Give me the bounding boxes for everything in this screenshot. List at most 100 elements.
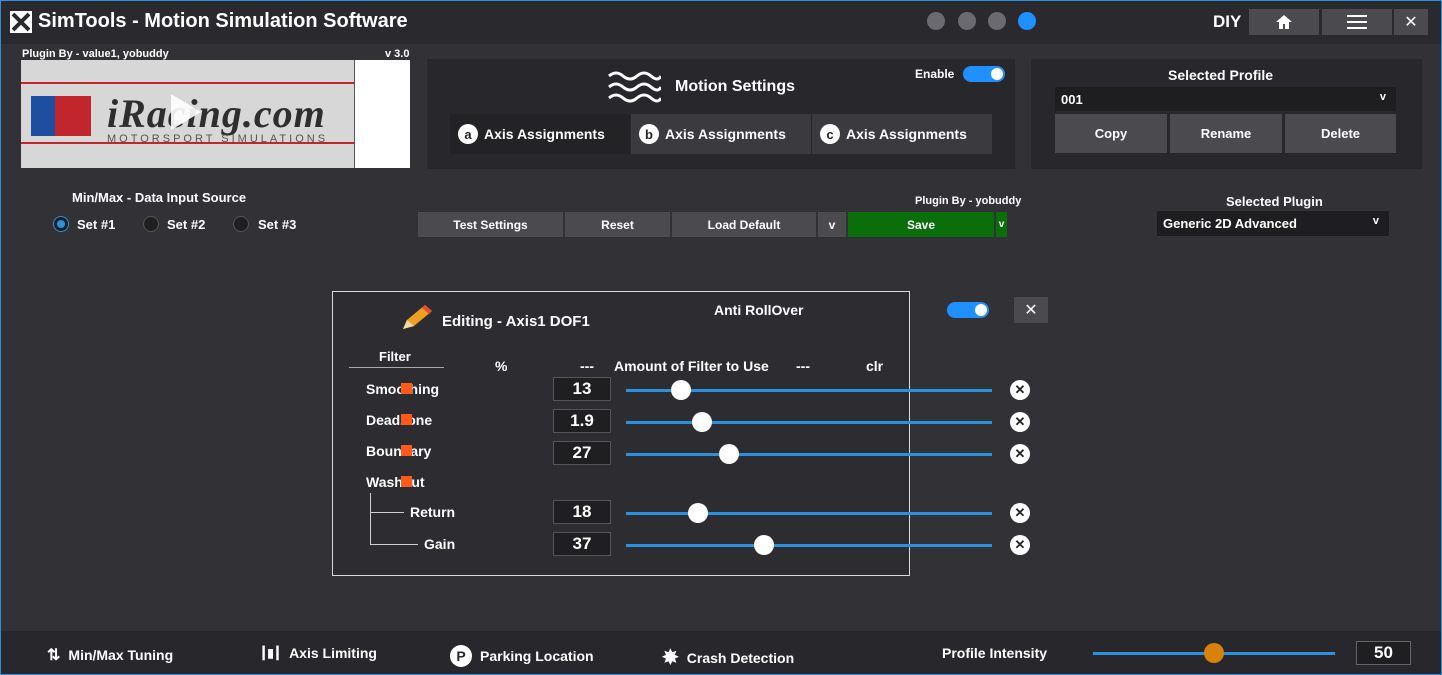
gain-clear-button[interactable]: ✕: [1010, 535, 1030, 555]
menu-button[interactable]: [1322, 9, 1392, 35]
selected-plugin-title: Selected Plugin: [1226, 194, 1323, 209]
pencil-icon: [403, 305, 432, 329]
pencil-icon[interactable]: [988, 12, 1006, 30]
tree-connector: [370, 493, 371, 544]
crash-detection-button[interactable]: ✸ Crash Detection: [662, 645, 794, 670]
radio-set-1[interactable]: [53, 216, 69, 232]
return-clear-button[interactable]: ✕: [1010, 503, 1030, 523]
orange-marker-icon: [401, 414, 412, 425]
deadzone-clear-button[interactable]: ✕: [1010, 412, 1030, 432]
tab-axis-assignments-a[interactable]: a Axis Assignments: [450, 114, 630, 154]
profile-select[interactable]: 001 v: [1055, 87, 1396, 111]
bottom-item-label: Min/Max Tuning: [68, 647, 174, 663]
letter-c-icon: c: [820, 124, 840, 144]
play-icon[interactable]: [171, 94, 201, 130]
crash-icon: ✸: [662, 647, 679, 669]
amount-header: Amount of Filter to Use: [614, 358, 769, 374]
home-icon: [1276, 15, 1292, 29]
anti-rollover-label: Anti RollOver: [714, 302, 804, 318]
reset-button[interactable]: Reset: [565, 212, 670, 237]
gain-slider-thumb[interactable]: [754, 535, 775, 555]
axis-limiting-button[interactable]: ┃▮┃ Axis Limiting: [260, 645, 377, 661]
radio-label: Set #3: [258, 217, 297, 232]
header-dash: ---: [796, 358, 810, 374]
gain-value-input[interactable]: 37: [553, 532, 611, 556]
orange-marker-icon: [401, 476, 412, 487]
tab-axis-assignments-c[interactable]: c Axis Assignments: [812, 114, 992, 154]
washout-label: Washout: [366, 474, 425, 490]
deadzone-label: Deadzone: [366, 412, 433, 428]
bottom-item-label: Axis Limiting: [289, 645, 377, 661]
radio-label: Set #2: [167, 217, 206, 232]
load-default-button[interactable]: Load Default: [672, 212, 816, 237]
save-button[interactable]: Save: [848, 212, 994, 237]
boundary-label: Boundary: [366, 443, 432, 459]
deadzone-value-input[interactable]: 1.9: [553, 409, 611, 433]
tab-label: Axis Assignments: [665, 126, 786, 142]
simtools-logo-icon: [10, 11, 32, 33]
gain-label: Gain: [424, 536, 456, 552]
radio-set-3[interactable]: [233, 216, 249, 232]
radio-label: Set #1: [77, 217, 116, 232]
load-default-dropdown[interactable]: v: [818, 212, 846, 237]
smoothing-clear-button[interactable]: ✕: [1010, 380, 1030, 400]
chevron-down-icon: v: [1372, 215, 1379, 227]
tab-label: Axis Assignments: [484, 126, 605, 142]
boundary-slider-track[interactable]: [626, 453, 992, 456]
return-value-input[interactable]: 18: [553, 500, 611, 524]
enable-toggle[interactable]: [963, 66, 1005, 82]
download-icon[interactable]: [927, 12, 945, 30]
data-input-title: Min/Max - Data Input Source: [72, 190, 247, 205]
deadzone-slider-thumb[interactable]: [691, 412, 712, 432]
home-button[interactable]: [1249, 9, 1319, 35]
editing-panel: [332, 291, 910, 576]
copy-button[interactable]: Copy: [1055, 114, 1167, 153]
intensity-slider-thumb[interactable]: [1204, 643, 1224, 663]
return-slider-track[interactable]: [626, 512, 992, 515]
mode-label: DIY: [1213, 12, 1242, 31]
letter-b-icon: b: [639, 124, 659, 144]
editing-title: Editing - Axis1 DOF1: [442, 313, 590, 330]
bottom-item-label: Parking Location: [480, 648, 594, 664]
tree-connector: [370, 512, 404, 513]
anti-rollover-toggle[interactable]: [947, 302, 989, 318]
motion-settings-title: Motion Settings: [675, 78, 795, 95]
close-editing-button[interactable]: ✕: [1014, 297, 1048, 323]
power-icon[interactable]: [1018, 12, 1036, 30]
tab-axis-assignments-b[interactable]: b Axis Assignments: [631, 114, 811, 154]
tab-label: Axis Assignments: [846, 126, 967, 142]
deadzone-slider-track[interactable]: [626, 421, 992, 424]
gain-slider-track[interactable]: [626, 544, 992, 547]
filter-header: Filter: [379, 349, 411, 364]
preview-brand-sub: MOTORSPORT SIMULATIONS: [107, 133, 329, 145]
boundary-clear-button[interactable]: ✕: [1010, 444, 1030, 464]
boundary-value-input[interactable]: 27: [553, 441, 611, 465]
waves-icon: [608, 71, 661, 103]
intensity-value-input[interactable]: 50: [1356, 641, 1411, 665]
radio-set-2[interactable]: [143, 216, 159, 232]
save-dropdown[interactable]: v: [996, 212, 1007, 237]
plugin-by-label: Plugin By - value1, yobuddy: [22, 48, 169, 60]
orange-marker-icon: [401, 445, 412, 456]
min-max-tuning-button[interactable]: ⇅ Min/Max Tuning: [47, 645, 173, 665]
rename-button[interactable]: Rename: [1170, 114, 1282, 153]
plugin-preview-video[interactable]: iRacing.com MOTORSPORT SIMULATIONS: [21, 60, 410, 168]
up-down-arrows-icon: ⇅: [47, 647, 61, 664]
filter-header-underline: [349, 367, 444, 368]
close-window-button[interactable]: ✕: [1394, 9, 1428, 35]
tree-connector: [370, 544, 418, 545]
letter-a-icon: a: [458, 124, 478, 144]
percent-header: %: [495, 358, 508, 374]
delete-button[interactable]: Delete: [1285, 114, 1396, 153]
plugin-select[interactable]: Generic 2D Advanced v: [1157, 211, 1389, 236]
return-label: Return: [410, 504, 456, 520]
crash-icon[interactable]: [958, 12, 976, 30]
smoothing-value-input[interactable]: 13: [553, 377, 611, 401]
profile-intensity-label: Profile Intensity: [942, 645, 1048, 661]
enable-label: Enable: [915, 67, 955, 81]
plugin-value: Generic 2D Advanced: [1163, 216, 1297, 231]
parking-location-button[interactable]: P Parking Location: [450, 645, 594, 667]
smoothing-slider-thumb[interactable]: [670, 380, 691, 400]
menu-icon: [1347, 15, 1367, 29]
test-settings-button[interactable]: Test Settings: [418, 212, 563, 237]
